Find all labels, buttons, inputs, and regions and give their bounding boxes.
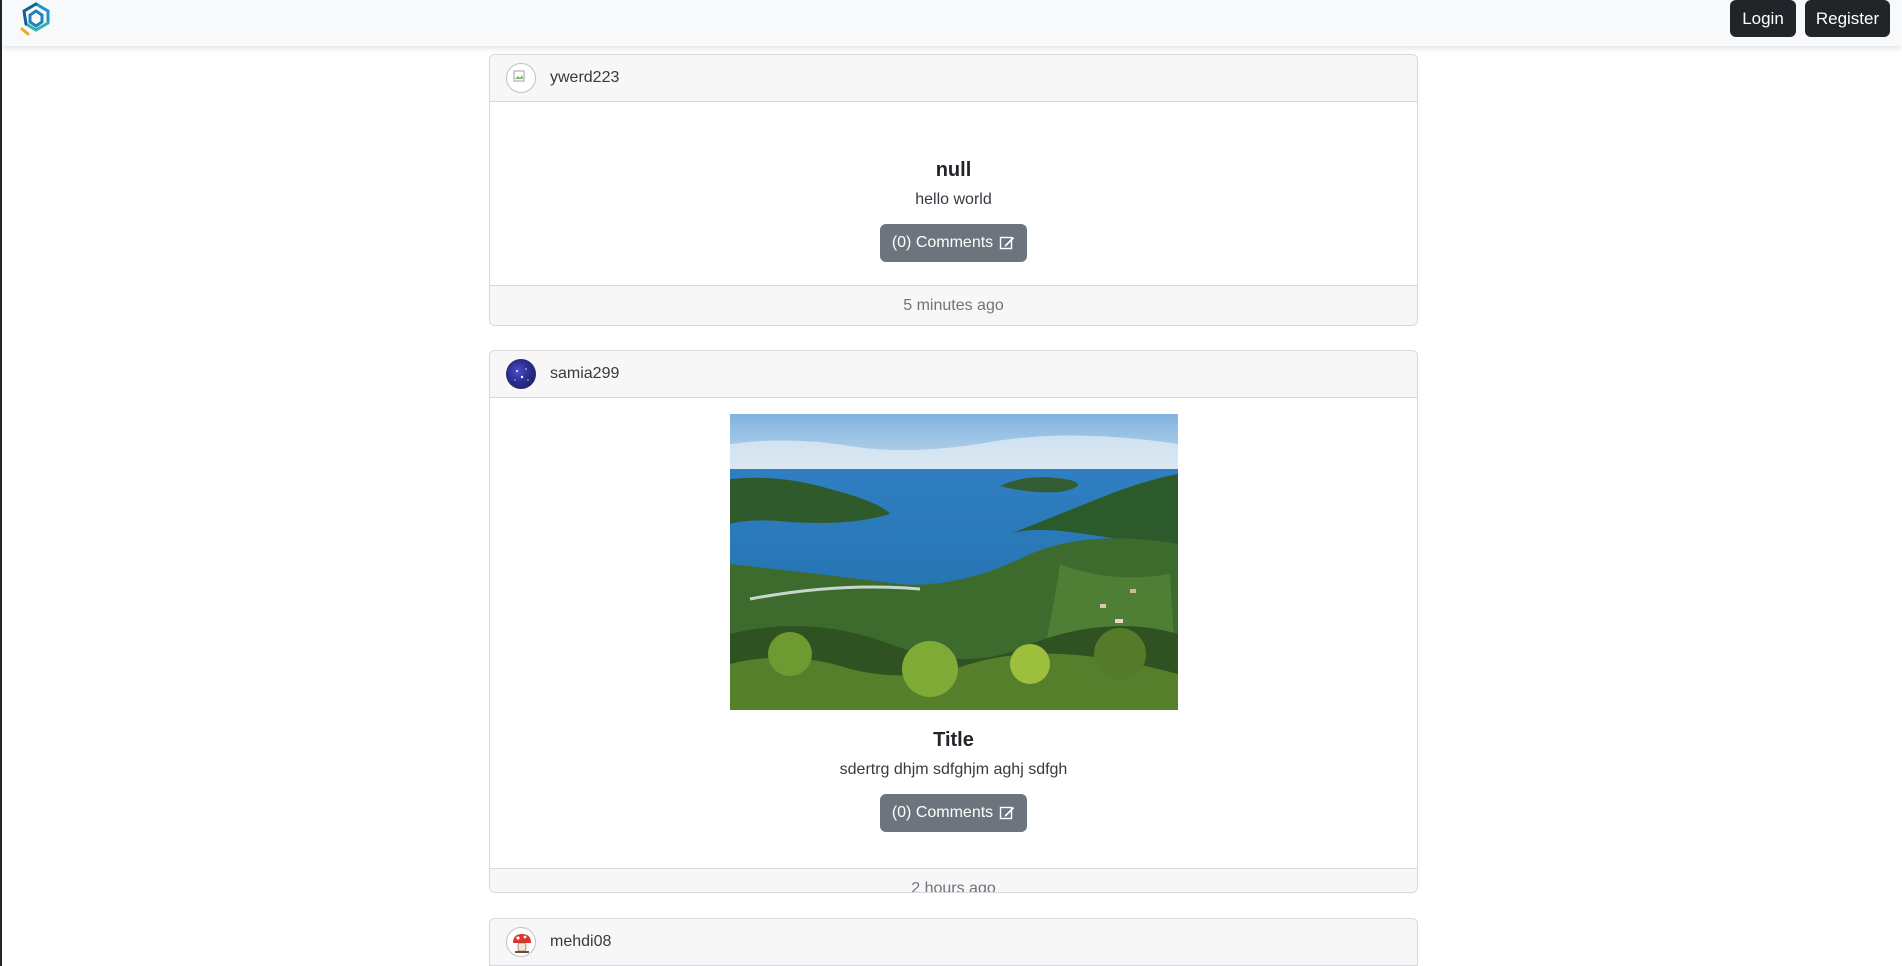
post-card: samia299 Title sdertrg dhjm sdfghjm aghj… [489, 350, 1418, 893]
post-username[interactable]: samia299 [550, 365, 619, 383]
post-card: mehdi08 [489, 918, 1418, 966]
post-username[interactable]: mehdi08 [550, 933, 611, 951]
post-card-header: mehdi08 [490, 919, 1417, 966]
hexagon-logo-icon[interactable] [19, 1, 53, 37]
edit-icon [999, 806, 1015, 820]
user-avatar[interactable] [506, 359, 536, 389]
post-title: null [935, 159, 972, 181]
broken-image-icon [513, 70, 525, 82]
post-image[interactable] [729, 414, 1178, 710]
mushroom-avatar-icon [513, 934, 531, 953]
user-avatar[interactable] [506, 927, 536, 957]
register-button[interactable]: Register [1805, 0, 1890, 37]
edit-icon [999, 236, 1015, 250]
post-text: sdertrg dhjm sdfghjm aghj sdfgh [839, 761, 1068, 778]
comments-button[interactable]: (0) Comments [879, 794, 1028, 832]
user-avatar[interactable] [506, 63, 536, 93]
post-card-header: samia299 [490, 351, 1417, 398]
galaxy-avatar-icon [514, 368, 529, 381]
comments-button-label: (0) Comments [891, 234, 994, 251]
login-button[interactable]: Login [1730, 0, 1796, 37]
post-card-header: ywerd223 [490, 55, 1417, 102]
post-title: Title [933, 729, 974, 751]
page: Login Register ywerd223 null hello world… [0, 0, 1902, 966]
post-timestamp: 5 minutes ago [490, 285, 1417, 325]
post-card-body: null hello world (0) Comments [490, 102, 1417, 285]
top-navbar: Login Register [2, 0, 1902, 46]
post-timestamp: 2 hours ago [490, 868, 1417, 892]
post-card: ywerd223 null hello world (0) Comments 5… [489, 54, 1418, 326]
post-card-body: Title sdertrg dhjm sdfghjm aghj sdfgh (0… [490, 414, 1417, 868]
comments-button-label: (0) Comments [891, 804, 994, 821]
post-text: hello world [915, 191, 992, 208]
comments-button[interactable]: (0) Comments [879, 224, 1028, 262]
post-username[interactable]: ywerd223 [550, 69, 619, 87]
